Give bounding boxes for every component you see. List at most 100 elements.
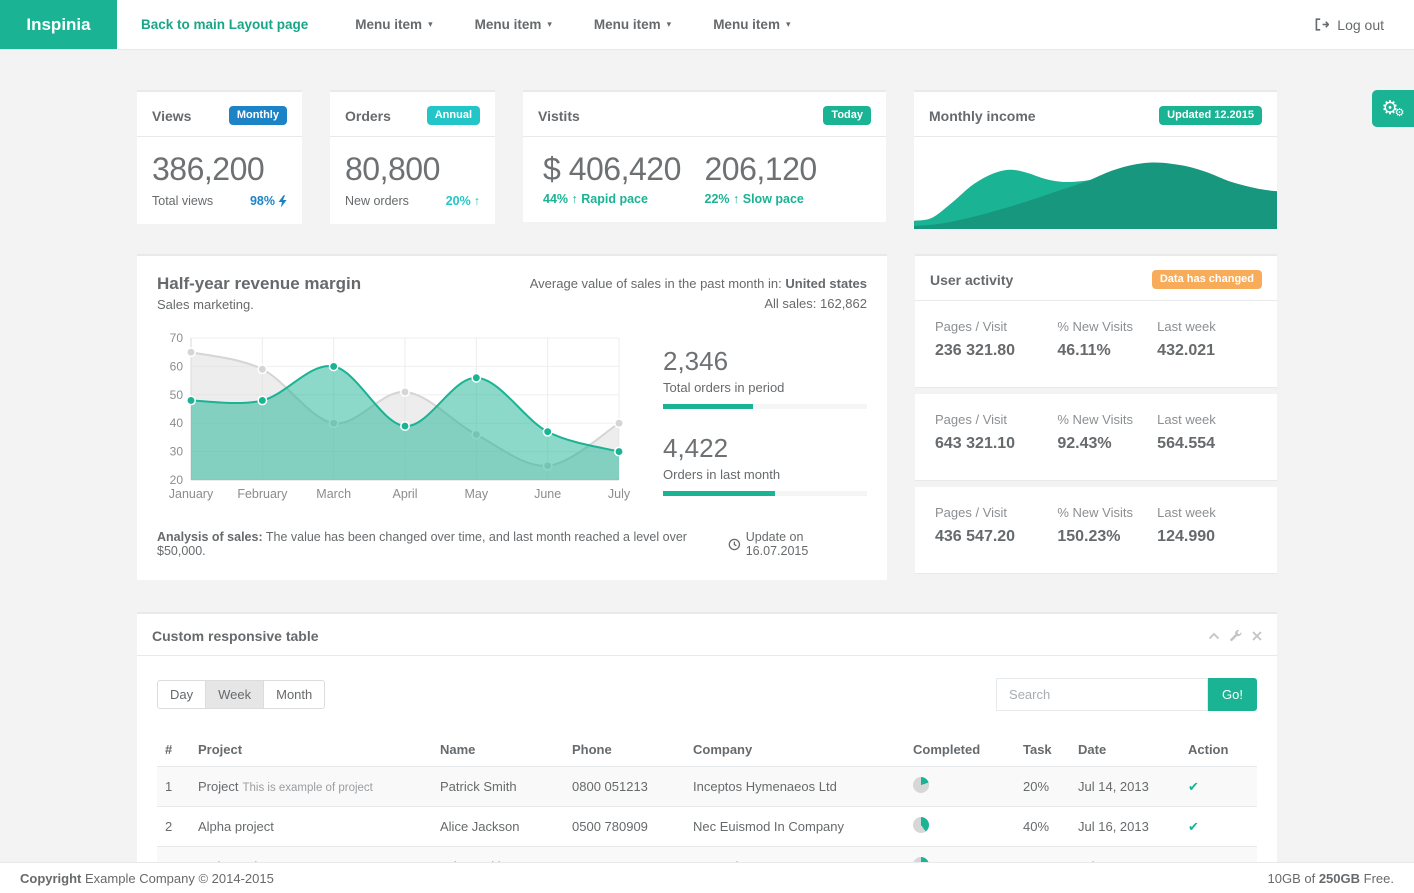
svg-text:70: 70 — [170, 331, 184, 345]
visits-col-left: $ 406,420 44% ↑ Rapid pace — [543, 151, 705, 206]
range-button-week[interactable]: Week — [205, 680, 264, 709]
table-row: 1ProjectThis is example of projectPatric… — [157, 767, 1257, 807]
activity-stat: Last week432.021 — [1157, 319, 1257, 369]
svg-text:20: 20 — [170, 473, 184, 487]
visits-left-metric: 44% ↑ Rapid pace — [543, 192, 705, 206]
revenue-stat-2: 4,422Orders in last month — [663, 433, 867, 496]
views-value: 386,200 — [152, 151, 287, 188]
close-icon[interactable] — [1252, 631, 1262, 641]
cell-date: Jul 16, 2013 — [1070, 807, 1180, 847]
revenue-stat-value: 2,346 — [663, 346, 867, 377]
clock-icon — [728, 538, 741, 551]
visits-right-value: 206,120 — [705, 151, 867, 188]
column-header-action: Action — [1180, 733, 1257, 767]
svg-text:April: April — [392, 487, 417, 501]
progress-bar — [663, 491, 867, 496]
column-header-phone: Phone — [564, 733, 685, 767]
revenue-stat-value: 4,422 — [663, 433, 867, 464]
search-input[interactable] — [996, 678, 1208, 711]
revenue-stat-label: Total orders in period — [663, 380, 867, 395]
logout-button[interactable]: Log out — [1314, 0, 1384, 49]
bolt-icon — [278, 195, 287, 208]
caret-down-icon: ▾ — [786, 19, 791, 30]
go-button[interactable]: Go! — [1208, 678, 1257, 711]
svg-text:30: 30 — [170, 445, 184, 459]
user-activity-panel: User activity Data has changed Pages / V… — [915, 254, 1277, 580]
analysis-note: Analysis of sales: The value has been ch… — [157, 530, 728, 558]
caret-down-icon: ▾ — [547, 19, 552, 30]
orders-label: New orders — [345, 194, 409, 208]
visits-right-metric: 22% ↑ Slow pace — [705, 192, 867, 206]
column-header-num: # — [157, 733, 190, 767]
table-header-row: #ProjectNamePhoneCompanyCompletedTaskDat… — [157, 733, 1257, 767]
svg-text:January: January — [169, 487, 214, 501]
activity-sections: Pages / Visit236 321.80% New Visits46.11… — [915, 301, 1277, 574]
cell-company: Nec Euismod In Company — [685, 807, 905, 847]
revenue-title: Half-year revenue margin — [157, 274, 361, 294]
svg-text:July: July — [608, 487, 631, 501]
svg-text:40: 40 — [170, 416, 184, 430]
column-header-company: Company — [685, 733, 905, 767]
menu-item-1[interactable]: Menu item▾ — [334, 17, 453, 32]
back-to-layout-link[interactable]: Back to main Layout page — [141, 17, 308, 32]
range-button-group: DayWeekMonth — [157, 680, 325, 709]
avg-country: United states — [785, 276, 867, 291]
nav-menu: Menu item▾Menu item▾Menu item▾Menu item▾ — [334, 17, 811, 32]
revenue-stats: 2,346 Total orders in period 4,422Orders i… — [635, 330, 867, 520]
cell-action: ✔ — [1180, 807, 1257, 847]
monthly-income-card: Monthly income Updated 12.2015 — [914, 90, 1277, 229]
collapse-icon[interactable] — [1208, 631, 1220, 641]
menu-item-3[interactable]: Menu item▾ — [573, 17, 692, 32]
level-up-icon: ↑ — [733, 192, 739, 206]
cell-phone: 0500 780909 — [564, 807, 685, 847]
menu-item-4[interactable]: Menu item▾ — [692, 17, 811, 32]
svg-text:May: May — [465, 487, 489, 501]
cell-date: Jul 14, 2013 — [1070, 767, 1180, 807]
stat-cards-row: Views Monthly 386,200 Total views 98% Or… — [137, 90, 1277, 229]
column-header-name: Name — [432, 733, 564, 767]
table-row: Custom responsive table DayWeekMonth — [137, 612, 1277, 893]
orders-card-title: Orders — [345, 108, 391, 124]
activity-section-2: Pages / Visit643 321.10% New Visits92.43… — [915, 394, 1277, 481]
theme-config-button[interactable]: ⚙ ⚙ — [1372, 90, 1414, 127]
range-button-month[interactable]: Month — [263, 680, 325, 709]
orders-card: Orders Annual 80,800 New orders 20% ↑ — [330, 90, 495, 229]
menu-item-2[interactable]: Menu item▾ — [454, 17, 573, 32]
cell-phone: 0800 051213 — [564, 767, 685, 807]
cell-completed — [905, 807, 1015, 847]
sign-out-icon — [1314, 17, 1329, 32]
column-header-project: Project — [190, 733, 432, 767]
range-button-day[interactable]: Day — [157, 680, 206, 709]
activity-stat: % New Visits150.23% — [1057, 505, 1157, 555]
views-metric: 98% — [250, 194, 287, 208]
views-card-title: Views — [152, 108, 191, 124]
income-sparkline-svg — [914, 137, 1277, 229]
cell-project: Alpha project — [190, 807, 432, 847]
caret-down-icon: ▾ — [428, 19, 433, 30]
responsive-table-panel: Custom responsive table DayWeekMonth — [137, 612, 1277, 893]
cell-name: Patrick Smith — [432, 767, 564, 807]
brand-logo[interactable]: Inspinia — [0, 0, 117, 49]
column-header-completed: Completed — [905, 733, 1015, 767]
income-area-chart — [914, 137, 1277, 229]
revenue-line-chart: 203040506070JanuaryFebruaryMarchAprilMay… — [157, 330, 635, 520]
orders-metric: 20% ↑ — [446, 194, 480, 208]
cell-num: 1 — [157, 767, 190, 807]
cell-num: 2 — [157, 807, 190, 847]
visits-col-right: 206,120 22% ↑ Slow pace — [705, 151, 867, 206]
page-footer: Copyright Example Company © 2014-2015 10… — [0, 862, 1414, 893]
cell-action: ✔ — [1180, 767, 1257, 807]
check-icon[interactable]: ✔ — [1188, 779, 1199, 794]
views-badge: Monthly — [229, 106, 287, 125]
user-activity-title: User activity — [930, 272, 1013, 288]
nav-links: Back to main Layout page Menu item▾Menu … — [117, 0, 811, 49]
orders-badge: Annual — [427, 106, 480, 125]
activity-section-3: Pages / Visit436 547.20% New Visits150.2… — [915, 487, 1277, 574]
wrench-icon[interactable] — [1230, 630, 1242, 642]
svg-text:March: March — [316, 487, 351, 501]
check-icon[interactable]: ✔ — [1188, 819, 1199, 834]
activity-stat: Last week564.554 — [1157, 412, 1257, 462]
level-up-icon: ↑ — [474, 194, 480, 208]
visits-card: Vistits Today $ 406,420 44% ↑ Rapid pace… — [523, 90, 886, 229]
visits-card-title: Vistits — [538, 108, 580, 124]
